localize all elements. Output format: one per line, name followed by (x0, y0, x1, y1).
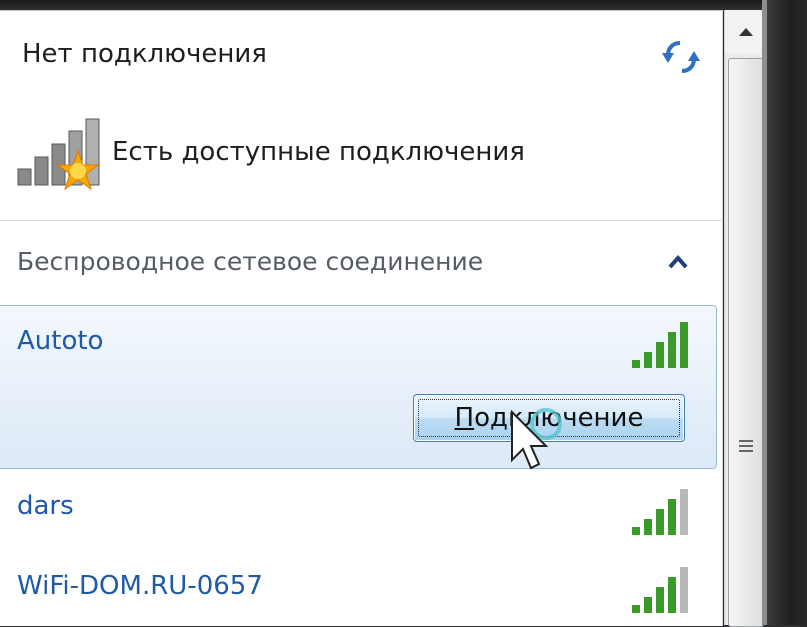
network-item-autoto[interactable]: Autoto Подключение (0, 305, 717, 469)
network-item-wifi-dom[interactable]: WiFi-DOM.RU-0657 (0, 559, 716, 621)
chevron-up-icon[interactable] (666, 253, 690, 271)
connect-button-label: Подключение (455, 403, 644, 433)
network-name: Autoto (17, 326, 104, 356)
window-right-border (767, 0, 807, 625)
wireless-section-header[interactable]: Беспроводное сетевое соединение (17, 247, 483, 276)
scroll-up-arrow-icon (739, 28, 753, 36)
available-connections-row: Есть доступные подключения (16, 117, 696, 197)
scroll-up-button[interactable] (725, 10, 767, 54)
network-available-star-icon (17, 118, 100, 191)
scroll-grip-icon (739, 440, 753, 452)
separator (0, 220, 722, 221)
connect-label-rest: одключение (474, 403, 644, 433)
network-name: dars (17, 491, 74, 521)
network-item-dars[interactable]: dars (0, 481, 716, 543)
network-flyout-panel: Нет подключения Есть доступные подключен… (0, 10, 723, 626)
connection-status-title: Нет подключения (22, 39, 267, 69)
wifi-signal-bars-icon (632, 489, 688, 535)
available-connections-text: Есть доступные подключения (112, 137, 525, 167)
scroll-thumb[interactable] (728, 58, 764, 627)
connect-mnemonic: П (454, 403, 475, 433)
wifi-signal-bars-icon (632, 322, 688, 368)
wifi-signal-bars-icon (632, 567, 688, 613)
vertical-scrollbar[interactable] (724, 10, 767, 627)
refresh-arrows-icon[interactable] (660, 37, 702, 77)
network-name: WiFi-DOM.RU-0657 (17, 571, 263, 601)
connect-button[interactable]: Подключение (413, 394, 685, 442)
